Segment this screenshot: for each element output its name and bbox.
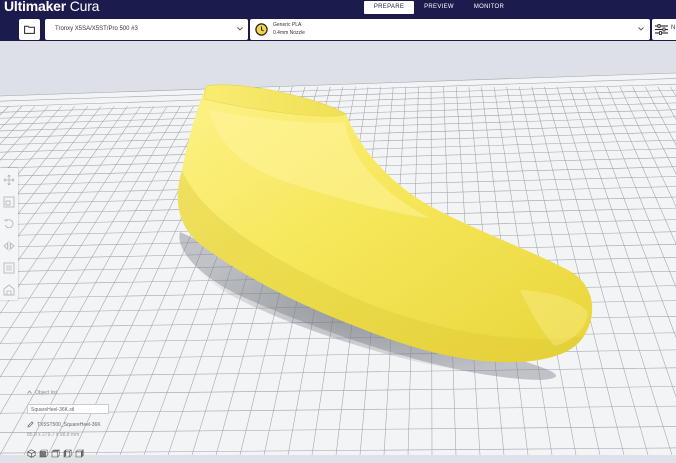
stage-tabs: PREPARE PREVIEW MONITOR: [364, 1, 514, 14]
left-view-icon: [63, 449, 72, 458]
open-file-button[interactable]: [19, 19, 40, 40]
settings-label: N: [671, 25, 676, 31]
camera-view-buttons: [27, 445, 84, 458]
app-title-light: Cura: [66, 0, 100, 14]
object-dimensions: 85.8 x 279.7 x 98.8 mm: [27, 432, 80, 438]
printer-selector[interactable]: Tronxy X5SA/X5ST/Pro 500 #3: [45, 19, 248, 40]
top-view-button[interactable]: [51, 445, 60, 458]
object-list-toggle[interactable]: Object list: [27, 390, 57, 396]
chevron-up-icon: [27, 390, 32, 394]
chevron-down-icon: [237, 27, 243, 31]
tab-monitor[interactable]: MONITOR: [464, 1, 514, 14]
support-blocker-icon: [3, 284, 15, 296]
app-logo: Ultimaker Cura: [4, 0, 99, 15]
mirror-tool[interactable]: [3, 240, 15, 252]
top-bar: Ultimaker Cura PREPARE PREVIEW MONITOR: [0, 0, 676, 15]
sliders-icon: [655, 24, 668, 35]
rotate-tool[interactable]: [3, 218, 15, 230]
scale-icon: [3, 196, 15, 208]
clock-icon: [255, 23, 268, 36]
right-view-icon: [75, 449, 84, 458]
front-view-icon: [39, 449, 48, 458]
tool-panel: [0, 168, 18, 300]
object-list-header: Object list: [35, 390, 57, 396]
move-tool[interactable]: [3, 174, 15, 186]
material-name: Generic PLA: [273, 22, 302, 28]
right-view-button[interactable]: [75, 445, 84, 458]
object-list-item[interactable]: SquareHeel-36K.stl: [27, 404, 109, 414]
tab-preview[interactable]: PREVIEW: [414, 1, 464, 14]
3d-view-icon: [27, 449, 36, 458]
printer-name: Tronxy X5SA/X5ST/Pro 500 #3: [55, 26, 138, 32]
left-view-button[interactable]: [63, 445, 72, 458]
move-icon: [3, 174, 15, 186]
3d-view-button[interactable]: [27, 445, 36, 458]
tab-prepare[interactable]: PREPARE: [364, 1, 414, 14]
print-settings-button[interactable]: N: [652, 19, 676, 40]
object-list-panel: Object list SquareHeel-36K.stl TX5ST500_…: [24, 388, 124, 458]
pencil-icon: [27, 421, 34, 428]
job-name: TX5ST500_SquareHeel-36K: [37, 421, 101, 428]
folder-icon: [24, 25, 35, 34]
rotate-icon: [3, 218, 14, 229]
per-model-settings-icon: [3, 262, 15, 274]
support-blocker-tool[interactable]: [3, 284, 15, 296]
job-name-row[interactable]: TX5ST500_SquareHeel-36K: [27, 421, 101, 428]
front-view-button[interactable]: [39, 445, 48, 458]
top-view-icon: [51, 449, 60, 458]
nozzle-size: 0.4mm Nozzle: [273, 30, 305, 36]
scale-tool[interactable]: [3, 196, 15, 208]
chevron-down-icon: [638, 27, 644, 31]
print-setup-selector[interactable]: Generic PLA 0.4mm Nozzle: [250, 19, 650, 40]
mirror-icon: [3, 241, 15, 251]
app-title-bold: Ultimaker: [4, 0, 67, 14]
per-model-settings-tool[interactable]: [3, 262, 15, 274]
